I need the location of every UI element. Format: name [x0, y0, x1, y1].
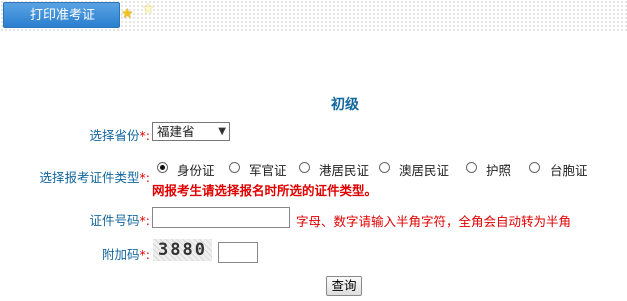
page-title: 初级 — [331, 97, 359, 113]
id-type-radio-group: 身份证 军官证 港居民证 澳居民证 护照 台胞证 — [152, 160, 622, 180]
tab-print-admission[interactable]: 打印准考证 — [3, 2, 120, 28]
captcha-input[interactable] — [218, 242, 258, 263]
radio-label-taiwan-permit: 台胞证 — [550, 163, 588, 178]
id-type-label-text: 选择报考证件类型 — [39, 170, 140, 185]
province-select[interactable]: 福建省 ▼ — [152, 122, 230, 141]
required-mark: *: — [139, 213, 150, 228]
required-mark: *: — [139, 247, 150, 262]
star-icon: ★ — [121, 6, 134, 22]
captcha-image[interactable]: 3880 — [153, 239, 212, 261]
radio-taiwan-permit[interactable] — [529, 162, 540, 173]
captcha-label: 附加码*: — [60, 244, 150, 263]
radio-id-card[interactable] — [157, 162, 168, 173]
star-outline-icon: ★ — [142, 1, 155, 17]
id-number-input[interactable] — [152, 207, 290, 228]
id-number-label: 证件号码*: — [60, 210, 150, 229]
radio-label-officer-card: 军官证 — [249, 163, 287, 178]
radio-macau-permit[interactable] — [379, 162, 390, 173]
required-mark: *: — [139, 128, 150, 143]
captcha-label-text: 附加码 — [102, 247, 140, 262]
id-number-label-text: 证件号码 — [89, 213, 140, 228]
province-selected-value: 福建省 — [157, 124, 195, 139]
radio-label-macau-permit: 澳居民证 — [399, 163, 450, 178]
required-mark: *: — [139, 170, 150, 185]
query-button[interactable]: 查询 — [326, 276, 362, 296]
province-label-text: 选择省份 — [89, 128, 140, 143]
radio-officer-card[interactable] — [229, 162, 240, 173]
radio-label-passport: 护照 — [486, 163, 512, 178]
radio-hk-permit[interactable] — [299, 162, 310, 173]
province-label: 选择省份*: — [70, 125, 150, 144]
id-type-warning: 网报考生请选择报名时所选的证件类型。 — [152, 183, 378, 198]
id-number-hint: 字母、数字请输入半角字符，全角会自动转为半角 — [296, 214, 572, 229]
id-type-label: 选择报考证件类型*: — [10, 167, 150, 186]
radio-label-id-card: 身份证 — [177, 163, 215, 178]
radio-label-hk-permit: 港居民证 — [319, 163, 370, 178]
radio-passport[interactable] — [466, 162, 477, 173]
chevron-down-icon: ▼ — [218, 126, 226, 137]
